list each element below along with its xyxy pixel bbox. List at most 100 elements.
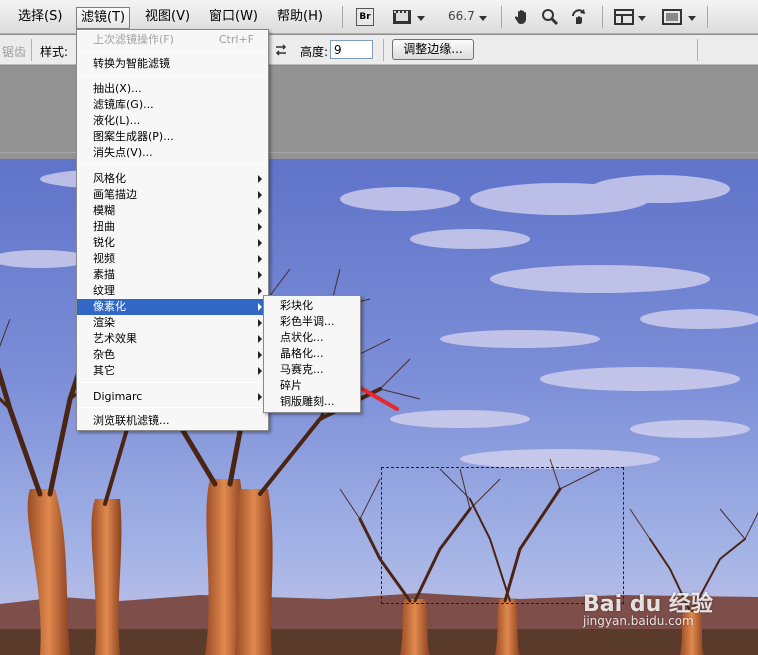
menu-item-pattern-maker[interactable]: 图案生成器(P)... bbox=[77, 129, 268, 145]
menu-item-digimarc[interactable]: Digimarc bbox=[77, 389, 268, 405]
arrange-documents-button[interactable] bbox=[614, 7, 634, 27]
submenu-arrow-icon bbox=[258, 335, 262, 343]
menu-separator bbox=[79, 407, 266, 408]
menu-view[interactable]: 视图(V) bbox=[141, 7, 194, 29]
menu-item-crystallize[interactable]: 晶格化... bbox=[264, 346, 360, 362]
menu-item-color-halftone-dialog[interactable]: 彩色半调... bbox=[264, 314, 360, 330]
swap-arrows-icon bbox=[275, 44, 287, 56]
menu-item-label: 锐化 bbox=[93, 236, 115, 249]
layout-grid-icon bbox=[614, 9, 634, 25]
menu-item-extract[interactable]: 抽出(X)... bbox=[77, 81, 268, 97]
menu-window[interactable]: 窗口(W) bbox=[205, 7, 262, 29]
rotate-view-button[interactable] bbox=[569, 7, 589, 27]
submenu-arrow-icon bbox=[258, 319, 262, 327]
chevron-down-icon[interactable] bbox=[638, 16, 646, 21]
chevron-down-icon[interactable] bbox=[688, 16, 696, 21]
fullscreen-icon bbox=[662, 9, 682, 25]
submenu-arrow-icon bbox=[258, 207, 262, 215]
submenu-arrow-icon bbox=[258, 351, 262, 359]
options-separator bbox=[31, 39, 32, 61]
submenu-arrow-icon bbox=[258, 255, 262, 263]
screen-mode-toggle-button[interactable] bbox=[662, 7, 682, 27]
submenu-arrow-icon bbox=[258, 271, 262, 279]
submenu-arrow-icon bbox=[258, 303, 262, 311]
bridge-button[interactable]: Br bbox=[355, 7, 375, 27]
menu-item-liquify[interactable]: 液化(L)... bbox=[77, 113, 268, 129]
toolbar-separator bbox=[501, 6, 502, 28]
height-label: 高度: bbox=[300, 45, 329, 59]
options-separator bbox=[383, 39, 384, 61]
submenu-arrow-icon bbox=[258, 175, 262, 183]
rotate-hand-icon bbox=[572, 9, 585, 24]
style-label: 样式: bbox=[40, 45, 69, 59]
menu-separator bbox=[79, 164, 266, 165]
menu-item-label: 渲染 bbox=[93, 316, 115, 329]
menu-item-last-filter: 上次滤镜操作(F) Ctrl+F bbox=[77, 32, 268, 48]
hand-icon bbox=[514, 10, 526, 24]
screen-mode-button[interactable] bbox=[392, 7, 412, 27]
submenu-arrow-icon bbox=[258, 239, 262, 247]
menu-item-label: 画笔描边 bbox=[93, 188, 137, 201]
menu-help[interactable]: 帮助(H) bbox=[273, 7, 327, 29]
refine-edge-button[interactable]: 调整边缘... bbox=[392, 39, 474, 60]
toolbar-separator bbox=[602, 6, 603, 28]
hand-tool-button[interactable] bbox=[512, 7, 532, 27]
menu-item-noise[interactable]: 杂色 bbox=[77, 347, 268, 363]
magnifier-icon bbox=[542, 9, 559, 26]
menu-item-label: 上次滤镜操作(F) bbox=[93, 33, 174, 46]
menu-item-render[interactable]: 渲染 bbox=[77, 315, 268, 331]
swap-width-height-button[interactable] bbox=[274, 43, 288, 57]
zoom-level[interactable]: 66.7 bbox=[448, 9, 475, 23]
chevron-down-icon[interactable] bbox=[417, 16, 425, 21]
menu-separator bbox=[79, 75, 266, 76]
menu-item-stylize[interactable]: 风格化 bbox=[77, 171, 268, 187]
submenu-arrow-icon bbox=[258, 367, 262, 375]
menu-select[interactable]: 选择(S) bbox=[14, 7, 66, 29]
menu-item-label: 其它 bbox=[93, 364, 115, 377]
menu-item-video[interactable]: 视频 bbox=[77, 251, 268, 267]
menu-item-browse-filters-online[interactable]: 浏览联机滤镜... bbox=[77, 413, 268, 429]
chevron-down-icon[interactable] bbox=[479, 16, 487, 21]
shortcut-label: Ctrl+F bbox=[218, 33, 254, 46]
menu-item-fragment[interactable]: 碎片 bbox=[264, 378, 360, 394]
menu-item-label: 模糊 bbox=[93, 204, 115, 217]
menu-item-vanishing-point[interactable]: 消失点(V)... bbox=[77, 145, 268, 161]
menu-item-pointillize[interactable]: 点状化... bbox=[264, 330, 360, 346]
menu-item-texture[interactable]: 纹理 bbox=[77, 283, 268, 299]
menu-item-label: 像素化 bbox=[93, 300, 126, 313]
menu-filter[interactable]: 滤镜(T) bbox=[76, 7, 131, 29]
selection-marquee[interactable] bbox=[381, 467, 624, 604]
submenu-arrow-icon bbox=[258, 393, 262, 401]
menu-item-artistic[interactable]: 艺术效果 bbox=[77, 331, 268, 347]
height-input[interactable] bbox=[330, 40, 373, 59]
watermark: Bai du 经验 jingyan.baidu.com bbox=[583, 586, 713, 628]
menu-separator bbox=[79, 51, 266, 52]
menu-item-other[interactable]: 其它 bbox=[77, 363, 268, 379]
bridge-icon: Br bbox=[356, 8, 374, 26]
menu-item-label: 杂色 bbox=[93, 348, 115, 361]
menu-separator bbox=[79, 382, 266, 383]
menu-item-pixelate[interactable]: 像素化 bbox=[77, 299, 268, 315]
menu-item-mezzotint[interactable]: 铜版雕刻... bbox=[264, 394, 360, 410]
menu-item-filter-gallery[interactable]: 滤镜库(G)... bbox=[77, 97, 268, 113]
menu-item-mosaic[interactable]: 马赛克... bbox=[264, 362, 360, 378]
menu-item-label: 风格化 bbox=[93, 172, 126, 185]
pixelate-submenu: 彩块化 彩色半调... 点状化... 晶格化... 马赛克... 碎片 铜版雕刻… bbox=[263, 295, 361, 413]
menu-item-blur[interactable]: 模糊 bbox=[77, 203, 268, 219]
submenu-arrow-icon bbox=[258, 287, 262, 295]
menu-item-label: 素描 bbox=[93, 268, 115, 281]
antialias-checkbox-label[interactable]: 锯齿 bbox=[2, 43, 26, 60]
menu-item-color-halftone[interactable]: 彩块化 bbox=[264, 298, 360, 314]
menu-item-label: 艺术效果 bbox=[93, 332, 137, 345]
menu-item-label: Digimarc bbox=[93, 390, 143, 403]
options-separator bbox=[697, 39, 698, 61]
menu-item-brush-strokes[interactable]: 画笔描边 bbox=[77, 187, 268, 203]
zoom-tool-button[interactable] bbox=[540, 7, 560, 27]
menu-item-sharpen[interactable]: 锐化 bbox=[77, 235, 268, 251]
menu-item-convert-smart-filter[interactable]: 转换为智能滤镜 bbox=[77, 56, 268, 72]
menu-item-sketch[interactable]: 素描 bbox=[77, 267, 268, 283]
watermark-url: jingyan.baidu.com bbox=[583, 614, 694, 628]
toolbar-separator bbox=[707, 6, 708, 28]
menu-item-distort[interactable]: 扭曲 bbox=[77, 219, 268, 235]
menu-item-label: 视频 bbox=[93, 252, 115, 265]
